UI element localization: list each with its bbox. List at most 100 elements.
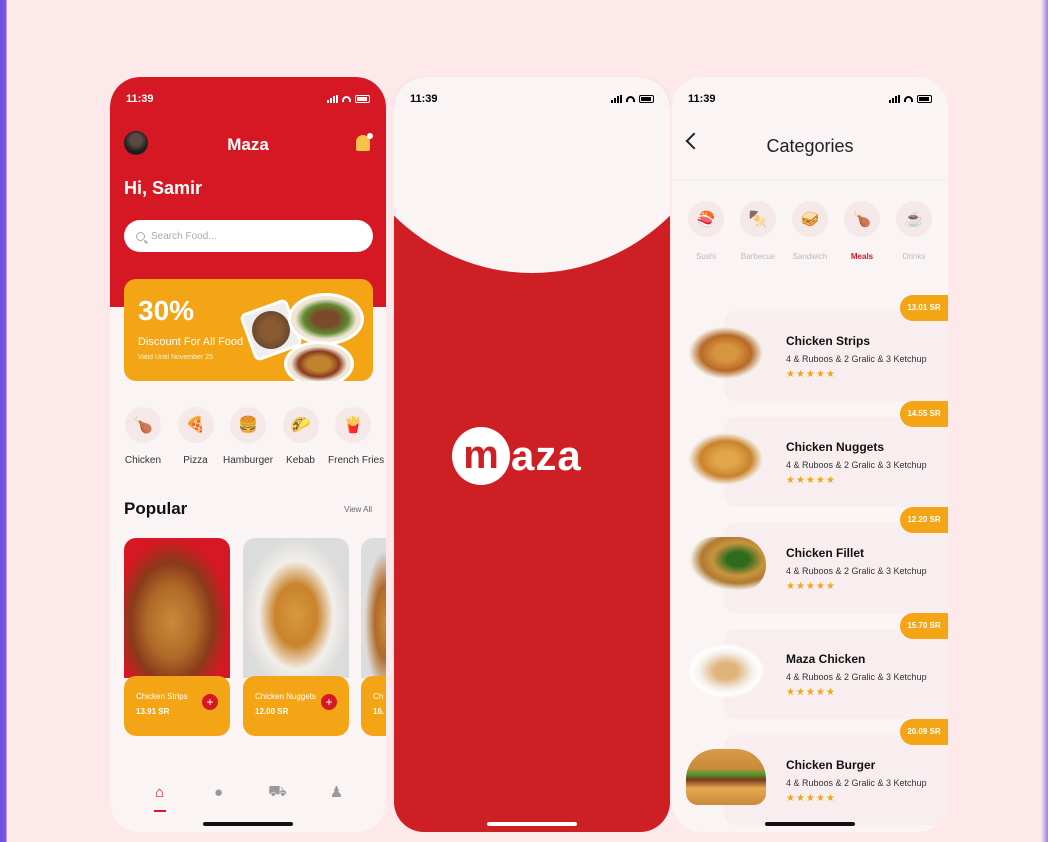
popular-card[interactable]: Chicken Strips 13.91 SR +: [124, 538, 230, 736]
category-pizza[interactable]: 🍕 Pizza: [171, 407, 221, 466]
food-plate-image: [288, 293, 364, 345]
food-image: [686, 431, 766, 487]
chat-icon[interactable]: ●: [209, 782, 229, 802]
product-item[interactable]: 13.01 SR Chicken Strips 4 & Ruboos & 2 G…: [684, 295, 948, 401]
wifi-icon: [626, 96, 635, 102]
product-item[interactable]: 15.70 SR Maza Chicken 4 & Ruboos & 2 Gra…: [684, 613, 948, 719]
drumstick-icon: 🍗: [125, 407, 161, 443]
search-placeholder: Search Food...: [151, 230, 217, 242]
logo-wordmark: aza: [511, 432, 582, 479]
category-label: Pizza: [183, 455, 208, 466]
rating-stars-icon: ★★★★★: [786, 687, 836, 698]
home-indicator[interactable]: [203, 822, 293, 826]
wifi-icon: [342, 96, 351, 102]
rating-stars-icon: ★★★★★: [786, 369, 836, 380]
app-title: Maza: [227, 135, 269, 154]
price-badge: 20.09 SR: [900, 719, 948, 745]
categories-screen-phone: 11:39 Categories 🍣 Sushi 🍢 Barbecue 🥪 Sandw…: [672, 77, 948, 832]
pizza-icon: 🍕: [177, 407, 214, 443]
product-item[interactable]: 12.20 SR Chicken Fillet 4 & Ruboos & 2 G…: [684, 507, 948, 613]
popular-card-info: Ch 16.: [361, 676, 386, 736]
category-label: Hamburger: [223, 455, 274, 466]
rating-stars-icon: ★★★★★: [786, 793, 836, 804]
product-description: 4 & Ruboos & 2 Gralic & 3 Ketchup: [786, 672, 927, 682]
category-label: Sushi: [695, 252, 716, 261]
profile-icon[interactable]: ♟: [327, 782, 347, 802]
category-french-fries[interactable]: 🍟 French Fries: [328, 407, 385, 466]
category-label: Meals: [850, 252, 874, 261]
status-bar: 11:39: [688, 91, 932, 107]
cart-icon[interactable]: ⛟: [268, 782, 288, 802]
notification-bell-icon[interactable]: [356, 133, 373, 151]
status-time: 11:39: [126, 93, 154, 105]
sushi-icon: 🍣: [688, 201, 724, 237]
price-badge: 15.70 SR: [900, 613, 948, 639]
signal-icon: [611, 95, 622, 103]
category-meals[interactable]: 🍗 Meals: [836, 201, 888, 261]
product-item[interactable]: 14.55 SR Chicken Nuggets 4 & Ruboos & 2 …: [684, 401, 948, 507]
product-name: Maza Chicken: [786, 652, 866, 666]
product-item[interactable]: 20.09 SR Chicken Burger 4 & Ruboos & 2 G…: [684, 719, 948, 825]
add-to-cart-button[interactable]: +: [202, 694, 218, 710]
category-row: 🍗 Chicken 🍕 Pizza 🍔 Hamburger 🌮 Kebab 🍟 Frenc…: [118, 407, 386, 466]
category-sandwich[interactable]: 🥪 Sandwich: [784, 201, 836, 261]
food-image: [686, 643, 766, 699]
food-image: [124, 538, 230, 678]
category-label: French Fries: [328, 455, 385, 466]
food-image: [686, 749, 766, 805]
status-bar: 11:39: [410, 91, 654, 107]
page-title: Categories: [766, 136, 854, 156]
status-bar: 11:39: [126, 91, 370, 107]
home-indicator[interactable]: [487, 822, 577, 826]
food-plate-image: [284, 341, 354, 381]
status-time: 11:39: [410, 93, 438, 105]
category-chicken[interactable]: 🍗 Chicken: [118, 407, 168, 466]
food-image: [686, 325, 766, 381]
food-name: Ch: [373, 692, 384, 701]
product-description: 4 & Ruboos & 2 Gralic & 3 Ketchup: [786, 354, 927, 364]
category-label: Chicken: [124, 455, 162, 466]
battery-icon: [917, 95, 932, 103]
category-label: Barbecue: [740, 252, 776, 261]
food-price: 16.: [373, 707, 385, 716]
view-all-link[interactable]: View All: [344, 505, 372, 514]
discount-banner[interactable]: 30% Discount For All Food Valid Until No…: [124, 279, 373, 381]
popular-card[interactable]: Ch 16.: [361, 538, 386, 736]
sandwich-icon: 🥪: [792, 201, 828, 237]
splash-screen-phone: 11:39 m aza: [394, 77, 670, 832]
battery-icon: [639, 95, 654, 103]
signal-icon: [327, 95, 338, 103]
category-label: Sandwich: [792, 252, 828, 261]
product-description: 4 & Ruboos & 2 Gralic & 3 Ketchup: [786, 566, 927, 576]
category-drinks[interactable]: ☕ Drinks: [888, 201, 940, 261]
category-barbecue[interactable]: 🍢 Barbecue: [732, 201, 784, 261]
popular-card-info: Chicken Nuggets 12.00 SR +: [243, 676, 349, 736]
rating-stars-icon: ★★★★★: [786, 581, 836, 592]
taco-icon: 🌮: [282, 407, 319, 443]
discount-subtitle: Discount For All Food: [138, 336, 244, 348]
home-icon[interactable]: ⌂: [150, 782, 170, 812]
cup-icon: ☕: [896, 201, 932, 237]
food-price: 13.91 SR: [136, 707, 170, 716]
maza-logo: m aza: [452, 427, 582, 485]
discount-validity: Valid Until November 25: [138, 354, 213, 361]
burger-icon: 🍔: [230, 407, 266, 443]
search-input[interactable]: Search Food...: [124, 220, 373, 252]
product-description: 4 & Ruboos & 2 Gralic & 3 Ketchup: [786, 460, 927, 470]
product-name: Chicken Nuggets: [786, 440, 885, 454]
product-name: Chicken Fillet: [786, 546, 865, 560]
popular-card[interactable]: Chicken Nuggets 12.00 SR +: [243, 538, 349, 736]
home-indicator[interactable]: [765, 822, 855, 826]
skewer-icon: 🍢: [740, 201, 776, 237]
food-name: Chicken Strips: [136, 692, 188, 701]
search-icon: [136, 231, 145, 241]
fries-icon: 🍟: [335, 407, 371, 443]
category-kebab[interactable]: 🌮 Kebab: [276, 407, 326, 466]
popular-section-header: Popular View All: [124, 499, 372, 519]
product-description: 4 & Ruboos & 2 Gralic & 3 Ketchup: [786, 778, 927, 788]
category-sushi[interactable]: 🍣 Sushi: [680, 201, 732, 261]
food-image: [243, 538, 349, 678]
price-badge: 13.01 SR: [900, 295, 948, 321]
category-hamburger[interactable]: 🍔 Hamburger: [223, 407, 273, 466]
add-to-cart-button[interactable]: +: [321, 694, 337, 710]
